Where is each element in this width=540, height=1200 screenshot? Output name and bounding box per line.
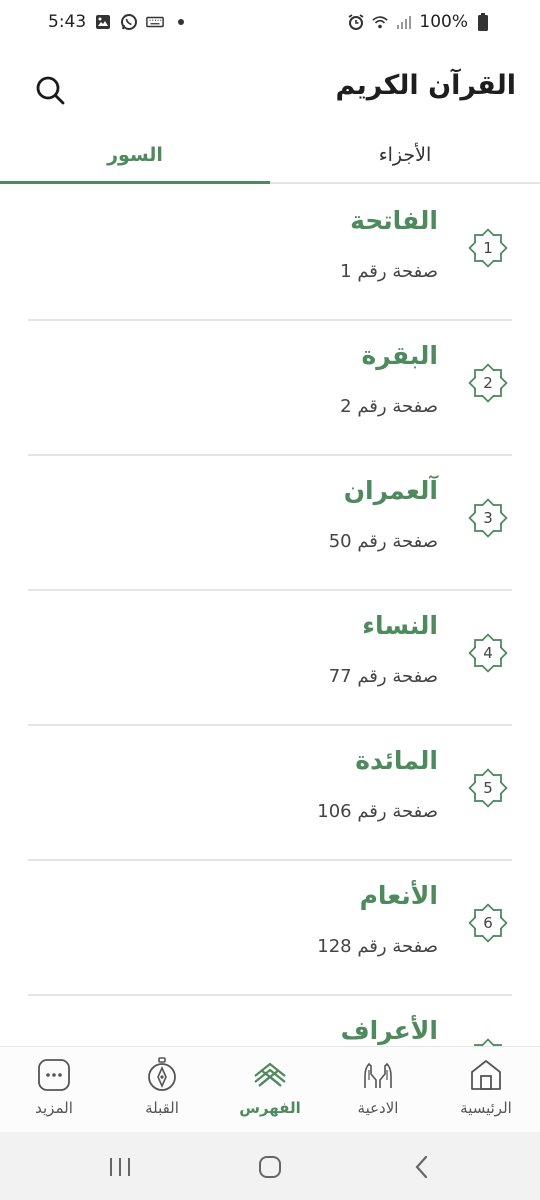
surah-list[interactable]: 1 الفاتحة صفحة رقم 1 2 البقرة صفحة رقم 2… — [0, 186, 540, 1046]
more-icon — [34, 1057, 74, 1093]
surah-number: 6 — [483, 914, 493, 932]
surah-number: 1 — [483, 239, 493, 257]
alarm-icon — [347, 13, 365, 31]
surah-row[interactable]: 7 الأعراف — [0, 996, 540, 1046]
back-icon — [415, 1155, 428, 1179]
status-left: 5:43 — [48, 12, 185, 32]
surah-number: 5 — [483, 779, 493, 797]
nav-duas[interactable]: الادعية — [324, 1047, 432, 1133]
nav-home[interactable]: الرئيسية — [432, 1047, 540, 1133]
home-icon — [466, 1057, 506, 1093]
nav-duas-label: الادعية — [357, 1099, 399, 1117]
home-system-button[interactable] — [250, 1152, 290, 1182]
surah-number: 7 — [466, 1036, 510, 1046]
surah-row[interactable]: 5 المائدة صفحة رقم 106 — [0, 726, 540, 861]
surah-page: صفحة رقم 106 — [317, 801, 438, 822]
quran-book-icon — [250, 1057, 290, 1093]
notification-dot — [178, 19, 185, 25]
surah-row[interactable]: 1 الفاتحة صفحة رقم 1 — [0, 186, 540, 321]
surah-number: 2 — [483, 374, 493, 392]
gallery-icon — [94, 13, 112, 31]
surah-number-badge: 7 — [466, 1036, 510, 1046]
surah-name: الأعراف — [340, 1016, 438, 1045]
back-button[interactable] — [402, 1152, 442, 1182]
surah-number-badge: 4 — [466, 631, 510, 675]
surah-number-badge: 3 — [466, 496, 510, 540]
page-title: القرآن الكريم — [335, 70, 516, 101]
nav-more-label: المزيد — [35, 1099, 73, 1117]
battery-icon — [474, 13, 492, 31]
status-right: 100% — [347, 12, 492, 32]
surah-page: صفحة رقم 50 — [328, 531, 438, 552]
surah-number: 4 — [483, 644, 493, 662]
nav-qibla-label: القبلة — [145, 1099, 179, 1117]
surah-name: النساء — [362, 611, 438, 640]
signal-icon — [395, 13, 413, 31]
nav-index-label: الفهرس — [239, 1099, 301, 1117]
surah-number-badge: 2 — [466, 361, 510, 405]
nav-more[interactable]: المزيد — [0, 1047, 108, 1133]
nav-index[interactable]: الفهرس — [216, 1047, 324, 1133]
surah-page: صفحة رقم 77 — [328, 666, 438, 687]
surah-row[interactable]: 4 النساء صفحة رقم 77 — [0, 591, 540, 726]
surah-name: المائدة — [355, 746, 438, 775]
system-nav-bar — [0, 1132, 540, 1200]
surah-row[interactable]: 6 الأنعام صفحة رقم 128 — [0, 861, 540, 996]
surah-row[interactable]: 3 آلعمران صفحة رقم 50 — [0, 456, 540, 591]
wifi-icon — [371, 13, 389, 31]
surah-number-badge: 5 — [466, 766, 510, 810]
surah-name: البقرة — [361, 341, 438, 370]
surah-page: صفحة رقم 1 — [340, 261, 438, 282]
nav-qibla[interactable]: القبلة — [108, 1047, 216, 1133]
nav-home-label: الرئيسية — [460, 1099, 512, 1117]
battery-text: 100% — [419, 12, 468, 32]
app-header: القرآن الكريم — [0, 58, 540, 120]
recents-button[interactable] — [100, 1152, 140, 1182]
surah-name: آلعمران — [343, 476, 438, 505]
status-bar: 5:43 100% — [0, 0, 540, 48]
surah-number: 3 — [483, 509, 493, 527]
tab-bar: السور الأجزاء — [0, 128, 540, 184]
compass-icon — [142, 1057, 182, 1093]
status-time: 5:43 — [48, 12, 87, 32]
surah-name: الفاتحة — [350, 206, 438, 235]
search-icon — [36, 76, 65, 105]
surah-number-badge: 6 — [466, 901, 510, 945]
tab-juz[interactable]: الأجزاء — [270, 128, 540, 182]
tab-surahs[interactable]: السور — [0, 128, 270, 184]
whatsapp-icon — [120, 13, 138, 31]
keyboard-icon — [146, 13, 165, 31]
surah-page: صفحة رقم 128 — [317, 936, 438, 957]
bottom-nav: المزيد القبلة الفهرس الادعية الرئيسية — [0, 1046, 540, 1132]
recents-icon — [110, 1158, 130, 1176]
home-circle-icon — [259, 1156, 281, 1178]
surah-number-badge: 1 — [466, 226, 510, 270]
praying-hands-icon — [358, 1057, 398, 1093]
surah-page: صفحة رقم 2 — [340, 396, 438, 417]
search-button[interactable] — [32, 72, 68, 108]
surah-row[interactable]: 2 البقرة صفحة رقم 2 — [0, 321, 540, 456]
surah-name: الأنعام — [359, 881, 438, 910]
